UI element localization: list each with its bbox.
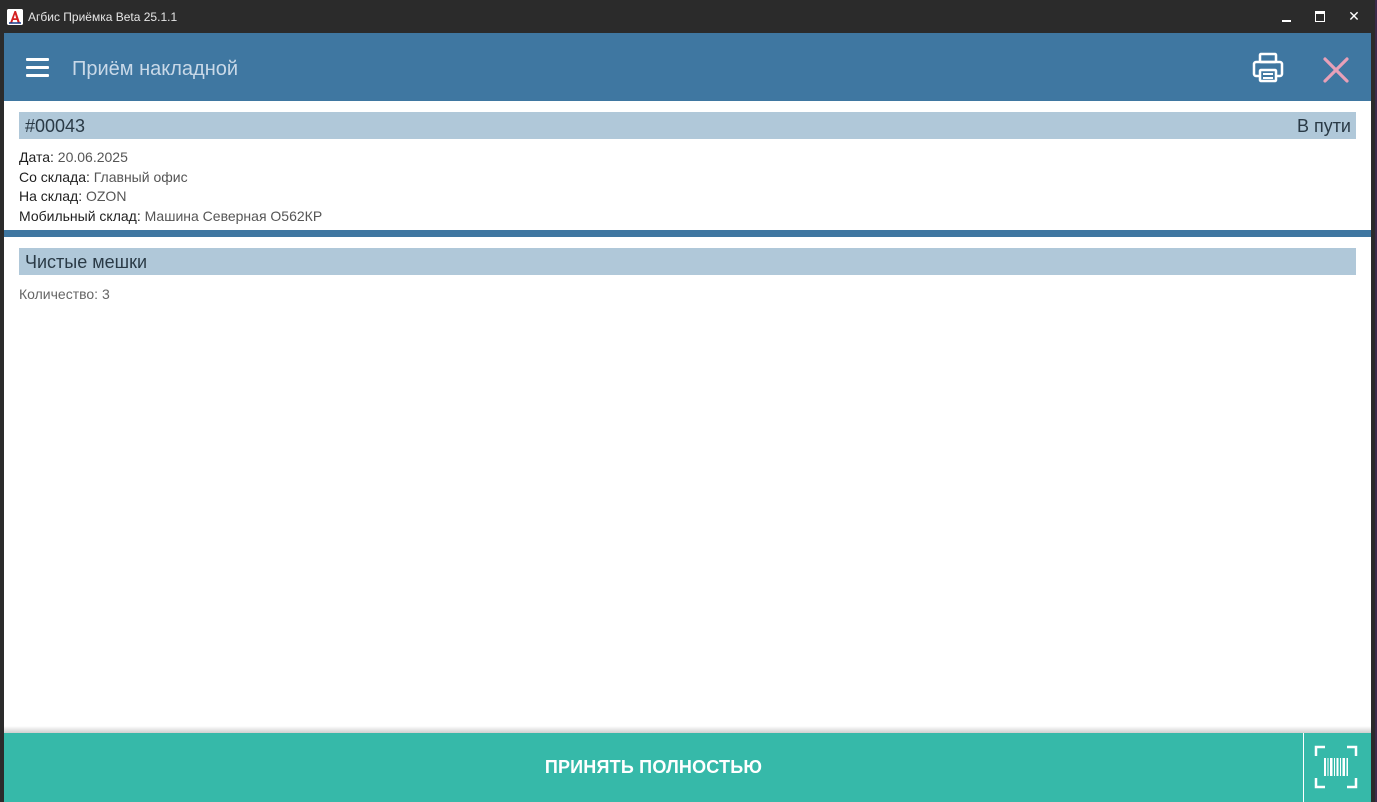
document-number: #00043 bbox=[25, 116, 86, 136]
minimize-button[interactable] bbox=[1269, 0, 1303, 33]
info-row-date: Дата: 20.06.2025 bbox=[19, 148, 322, 168]
footer-bar: ПРИНЯТЬ ПОЛНОСТЬЮ bbox=[4, 733, 1371, 802]
print-button[interactable] bbox=[1251, 51, 1285, 85]
minimize-icon bbox=[1281, 19, 1291, 22]
info-row-to-warehouse: На склад: OZON bbox=[19, 187, 322, 207]
app-bar: Приём накладной bbox=[4, 33, 1371, 101]
section-divider bbox=[4, 230, 1371, 237]
document-status: В пути bbox=[1296, 116, 1351, 136]
printer-icon bbox=[1252, 52, 1284, 83]
info-value: Машина Северная О562КР bbox=[144, 208, 323, 225]
close-icon bbox=[1323, 57, 1349, 83]
item-quantity: Количество: 3 bbox=[19, 286, 110, 302]
info-label: Мобильный склад: bbox=[19, 208, 141, 225]
title-bar[interactable]: Агбис Приёмка Beta 25.1.1 ✕ bbox=[0, 0, 1375, 33]
page-title: Приём накладной bbox=[72, 58, 239, 80]
menu-icon[interactable] bbox=[26, 57, 50, 79]
info-row-mobile-warehouse: Мобильный склад: Машина Северная О562КР bbox=[19, 207, 322, 227]
document-header[interactable]: #00043 В пути bbox=[19, 112, 1356, 139]
document-info: Дата: 20.06.2025 Со склада: Главный офис… bbox=[19, 148, 322, 227]
barcode-scan-button[interactable] bbox=[1314, 745, 1358, 789]
item-name: Чистые мешки bbox=[25, 252, 148, 272]
item-header[interactable]: Чистые мешки bbox=[19, 248, 1356, 275]
window-close-icon: ✕ bbox=[1348, 8, 1360, 24]
app-logo-icon bbox=[7, 9, 23, 25]
info-row-from-warehouse: Со склада: Главный офис bbox=[19, 168, 322, 188]
accept-all-button[interactable]: ПРИНЯТЬ ПОЛНОСТЬЮ bbox=[4, 733, 1303, 802]
info-label: На склад: bbox=[19, 188, 83, 205]
close-button[interactable] bbox=[1322, 56, 1350, 84]
info-label: Дата: bbox=[19, 149, 54, 165]
footer-shadow bbox=[4, 726, 1371, 733]
barcode-scan-icon bbox=[1314, 745, 1358, 789]
maximize-button[interactable] bbox=[1303, 0, 1337, 33]
app-content: Приём накладной #00043 В пути Дата: 20.0… bbox=[4, 33, 1371, 802]
window-close-button[interactable]: ✕ bbox=[1337, 0, 1371, 33]
info-label: Со склада: bbox=[19, 168, 90, 185]
maximize-icon bbox=[1315, 11, 1325, 22]
info-value: OZON bbox=[85, 188, 127, 205]
info-value: 20.06.2025 bbox=[57, 149, 128, 165]
app-window: Агбис Приёмка Beta 25.1.1 ✕ Приём наклад… bbox=[0, 0, 1377, 802]
window-title: Агбис Приёмка Beta 25.1.1 bbox=[28, 10, 178, 24]
info-value: Главный офис bbox=[93, 168, 188, 185]
footer-separator bbox=[1303, 733, 1304, 802]
